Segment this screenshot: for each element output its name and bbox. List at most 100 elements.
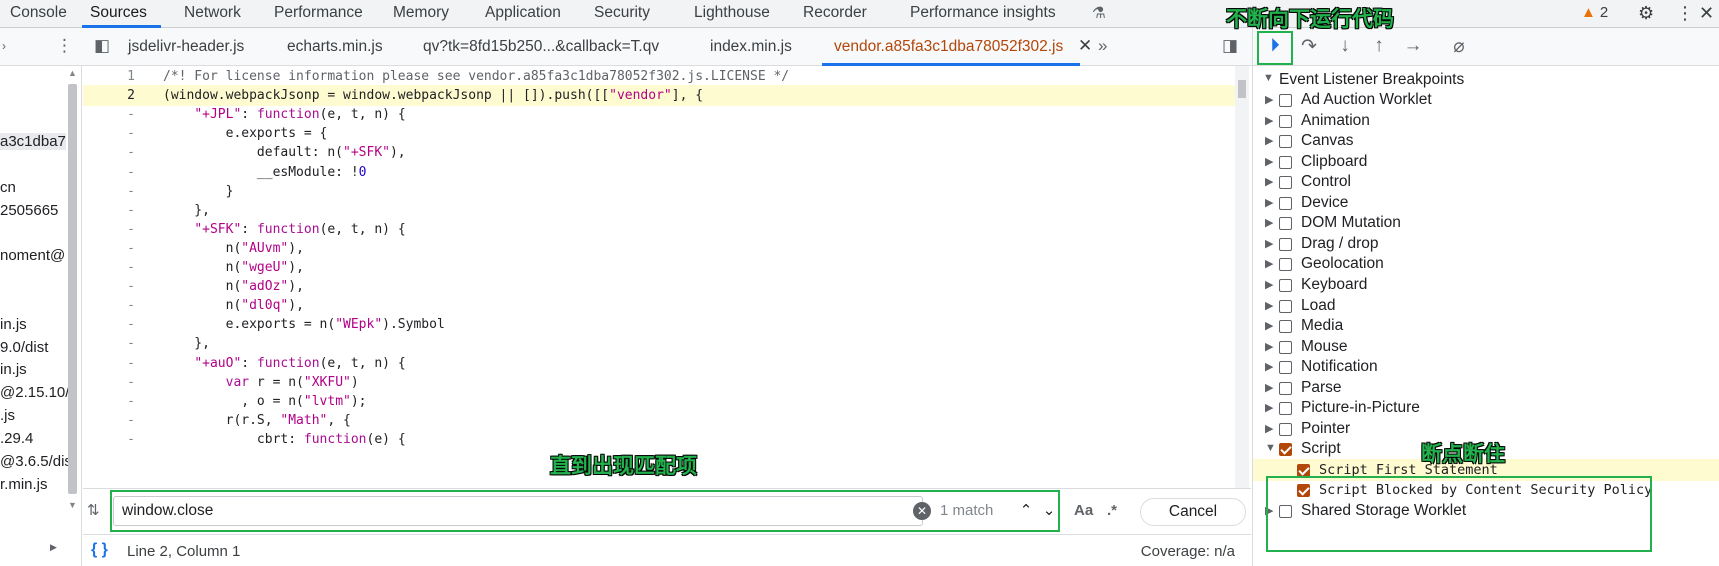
collapsed-arrow-icon[interactable]: ▶ [1265,422,1273,435]
breakpoint-category-keyboard[interactable]: ▶ Keyboard [1253,274,1719,296]
code-line[interactable]: - e.exports = { [83,123,1235,144]
breakpoint-category-load[interactable]: ▶ Load [1253,295,1719,317]
collapsed-arrow-icon[interactable]: ▶ [1265,257,1273,270]
code-line[interactable]: 2 (window.webpackJsonp = window.webpackJs… [83,85,1235,107]
tab-performance[interactable]: Performance [274,4,363,22]
line-number[interactable]: - [83,257,135,278]
breakpoint-checkbox[interactable] [1279,135,1292,149]
collapsed-arrow-icon[interactable]: ▶ [1265,175,1273,188]
line-number[interactable]: - [83,200,135,221]
code-editor[interactable]: - cbrt: function(e) {- r(r.S, "Math", {-… [83,66,1251,488]
editor-scroll-thumb[interactable] [1238,80,1246,98]
file-tab-vendor[interactable]: vendor.a85fa3c1dba78052f302.js [834,38,1063,56]
breakpoint-category-media[interactable]: ▶ Media [1253,315,1719,337]
breakpoint-category-animation[interactable]: ▶ Animation [1253,110,1719,132]
tab-application[interactable]: Application [485,4,561,22]
toggle-navigator-icon[interactable]: ◧ [94,36,110,56]
collapsed-arrow-icon[interactable]: ▶ [1265,381,1273,394]
breakpoint-checkbox[interactable] [1279,196,1292,210]
tab-network[interactable]: Network [184,4,241,22]
collapsed-arrow-icon[interactable]: ▶ [1265,114,1273,127]
close-tab-icon[interactable]: ✕ [1078,36,1092,56]
nav-file-item[interactable]: in.js [0,361,27,378]
breakpoint-checkbox[interactable] [1279,320,1292,334]
code-line[interactable]: - n("adOz"), [83,276,1235,297]
line-number[interactable]: - [83,333,135,354]
cancel-button[interactable]: Cancel [1140,498,1246,526]
code-line[interactable]: - default: n("+SFK"), [83,142,1235,163]
toggle-debugger-icon[interactable]: ◨ [1222,36,1238,56]
match-case-button[interactable]: Aa [1074,502,1093,519]
line-number[interactable]: - [83,353,135,374]
warnings-badge[interactable]: ▲ 2 [1581,4,1608,21]
breakpoint-checkbox[interactable] [1297,463,1310,477]
nav-file-item[interactable]: @2.15.10/ [0,384,69,401]
code-line[interactable]: - "+SFK": function(e, t, n) { [83,219,1235,240]
step-into-icon[interactable]: ↓ [1333,35,1357,57]
collapsed-arrow-icon[interactable]: ▶ [1265,93,1273,106]
code-line[interactable]: - e.exports = n("WEpk").Symbol [83,314,1235,335]
breakpoint-checkbox[interactable] [1279,402,1292,416]
file-tab-qv[interactable]: qv?tk=8fd15b250...&callback=T.qv [423,38,659,56]
line-number[interactable]: - [83,162,135,183]
collapsed-arrow-icon[interactable]: ▶ [1265,134,1273,147]
line-number[interactable]: 2 [83,85,135,106]
breakpoint-category-parse[interactable]: ▶ Parse [1253,377,1719,399]
code-line[interactable]: - n("wgeU"), [83,257,1235,278]
breakpoint-category-device[interactable]: ▶ Device [1253,192,1719,214]
breakpoint-checkbox[interactable] [1279,114,1292,128]
breakpoint-checkbox[interactable] [1279,176,1292,190]
collapsed-arrow-icon[interactable]: ▶ [1265,340,1273,353]
scroll-up-arrow-icon[interactable]: ▲ [68,68,77,78]
code-line[interactable]: - var r = n("XKFU") [83,372,1235,393]
line-number[interactable]: - [83,429,135,450]
step-over-icon[interactable]: ↷ [1297,35,1321,58]
more-options-icon[interactable]: ⋮ [56,36,73,56]
breakpoint-category-dom-mutation[interactable]: ▶ DOM Mutation [1253,212,1719,234]
collapsed-arrow-icon[interactable]: ▶ [1265,216,1273,229]
nav-file-item[interactable]: 9.0/dist [0,339,48,356]
scroll-right-arrow-icon[interactable]: ▶ [50,542,57,553]
code-line[interactable]: - , o = n("lvtm"); [83,391,1235,412]
breakpoint-checkbox[interactable] [1279,443,1292,457]
tab-recorder[interactable]: Recorder [803,4,867,22]
breakpoint-checkbox[interactable] [1279,258,1292,272]
code-line[interactable]: - "+JPL": function(e, t, n) { [83,104,1235,125]
code-line[interactable]: - n("dl0q"), [83,295,1235,316]
close-icon[interactable]: ✕ [1699,3,1714,24]
breakpoint-checkbox[interactable] [1279,155,1292,169]
editor-scrollbar[interactable] [1235,66,1249,488]
collapsed-arrow-icon[interactable]: ▶ [1265,319,1273,332]
breakpoint-checkbox[interactable] [1279,340,1292,354]
settings-gear-icon[interactable]: ⚙ [1638,3,1654,24]
collapsed-arrow-icon[interactable]: ▶ [1265,278,1273,291]
line-number[interactable]: - [83,295,135,316]
nav-file-item[interactable]: r.min.js [0,476,48,493]
more-tabs-chevron-icon[interactable]: » [1098,36,1107,56]
breakpoint-checkbox[interactable] [1279,94,1292,107]
tab-console[interactable]: Console [10,4,67,22]
file-tab-index[interactable]: index.min.js [710,38,792,56]
code-line[interactable]: - "+auO": function(e, t, n) { [83,353,1235,374]
coverage-status[interactable]: Coverage: n/a [1141,543,1235,560]
code-line[interactable]: - cbrt: function(e) { [83,429,1235,450]
file-tab-echarts[interactable]: echarts.min.js [287,38,383,56]
tab-memory[interactable]: Memory [393,4,449,22]
code-line[interactable]: - n("AUvm"), [83,238,1235,259]
file-tab-jsdelivr-header[interactable]: jsdelivr-header.js [128,38,244,56]
breakpoint-category-notification[interactable]: ▶ Notification [1253,356,1719,378]
collapsed-arrow-icon[interactable]: ▶ [1265,155,1273,168]
code-line[interactable]: - __esModule: !0 [83,162,1235,183]
line-number[interactable]: - [83,123,135,144]
breakpoint-category-pointer[interactable]: ▶ Pointer [1253,418,1719,440]
line-number[interactable]: - [83,276,135,297]
collapsed-arrow-icon[interactable]: ▶ [1265,196,1273,209]
tab-sources[interactable]: Sources [90,4,147,22]
breakpoint-checkbox[interactable] [1279,361,1292,375]
breakpoint-category-mouse[interactable]: ▶ Mouse [1253,336,1719,358]
breakpoint-category-control[interactable]: ▶ Control [1253,171,1719,193]
scroll-down-arrow-icon[interactable]: ▼ [68,500,77,510]
tab-lighthouse[interactable]: Lighthouse [694,4,770,22]
tab-security[interactable]: Security [594,4,650,22]
nav-file-item[interactable]: 2505665 [0,202,58,219]
